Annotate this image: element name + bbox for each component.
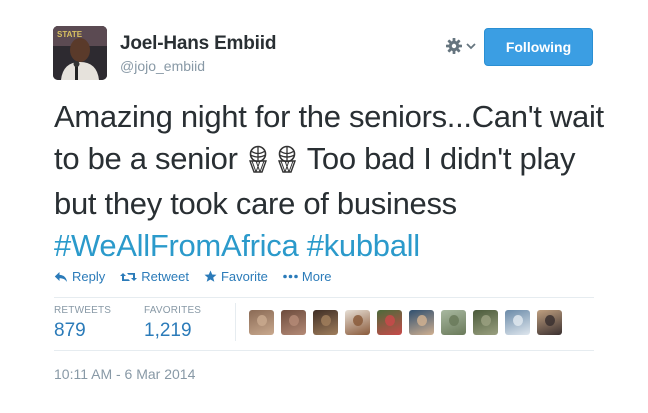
favorite-button[interactable]: Favorite xyxy=(204,269,268,284)
stat-separator xyxy=(235,303,236,341)
hashtag-link[interactable]: #kubball xyxy=(307,228,420,263)
favoriter-avatar[interactable] xyxy=(249,310,274,335)
favoriter-avatar[interactable] xyxy=(313,310,338,335)
divider xyxy=(54,297,594,298)
favoriter-avatar[interactable] xyxy=(345,310,370,335)
svg-text:STATE: STATE xyxy=(57,30,83,39)
gear-icon xyxy=(446,38,462,54)
more-button[interactable]: More xyxy=(283,269,332,284)
profile-photo: STATE xyxy=(53,26,107,80)
chevron-down-icon xyxy=(466,43,476,50)
reply-label: Reply xyxy=(72,269,106,284)
star-icon xyxy=(204,270,217,282)
user-actions-dropdown[interactable] xyxy=(444,36,478,56)
reply-icon xyxy=(54,271,67,282)
reply-button[interactable]: Reply xyxy=(54,269,105,284)
retweets-count[interactable]: 879 xyxy=(54,320,86,342)
more-dots-icon xyxy=(283,274,298,279)
basketball-hoop-icon xyxy=(275,142,299,184)
retweets-label: RETWEETS xyxy=(54,305,112,316)
favoriter-avatar[interactable] xyxy=(281,310,306,335)
tweet-text: Amazing night for the seniors...Can't wa… xyxy=(54,96,614,266)
favorite-label: Favorite xyxy=(220,269,268,284)
following-button[interactable]: Following xyxy=(484,28,593,66)
divider xyxy=(54,350,594,351)
favorites-count[interactable]: 1,219 xyxy=(144,320,192,342)
favoriter-avatar[interactable] xyxy=(537,310,562,335)
tweet-timestamp[interactable]: 10:11 AM - 6 Mar 2014 xyxy=(54,366,195,382)
retweet-icon xyxy=(120,272,138,281)
avatar[interactable]: STATE xyxy=(53,26,107,80)
retweet-button[interactable]: Retweet xyxy=(120,269,189,284)
favoriter-avatar[interactable] xyxy=(377,310,402,335)
tweet-card: STATE Joel-Hans Embiid @jojo_embiid Foll… xyxy=(0,0,648,413)
favorites-label: FAVORITES xyxy=(144,305,202,316)
user-handle[interactable]: @jojo_embiid xyxy=(120,58,205,74)
retweet-label: Retweet xyxy=(141,269,189,284)
tweet-actions: Reply Retweet Favorite More xyxy=(54,269,347,284)
favoriter-avatar[interactable] xyxy=(473,310,498,335)
basketball-hoop-icon xyxy=(246,142,270,184)
display-name[interactable]: Joel-Hans Embiid xyxy=(120,33,276,55)
favoriter-avatar[interactable] xyxy=(441,310,466,335)
favoriters-avatars xyxy=(249,310,569,335)
hashtag-link[interactable]: #WeAllFromAfrica xyxy=(54,228,299,263)
favoriter-avatar[interactable] xyxy=(505,310,530,335)
more-label: More xyxy=(301,269,332,284)
favoriter-avatar[interactable] xyxy=(409,310,434,335)
